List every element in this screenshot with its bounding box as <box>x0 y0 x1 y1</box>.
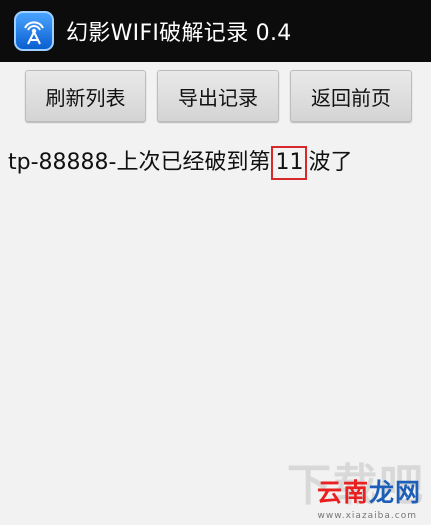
title-bar: 幻影WIFI破解记录 0.4 <box>0 0 431 62</box>
toolbar: 刷新列表 导出记录 返回前页 <box>0 70 431 124</box>
back-button[interactable]: 返回前页 <box>290 70 412 122</box>
wifi-tower-icon <box>14 11 54 51</box>
record-suffix: 波了 <box>308 150 353 175</box>
site-watermark: 下载吧 云南龙网 www.xiazaiba.com <box>275 449 425 521</box>
export-records-button[interactable]: 导出记录 <box>157 70 279 122</box>
watermark-logo: 云南龙网 <box>316 478 421 507</box>
wave-number-highlight: 11 <box>271 146 308 180</box>
record-prefix: tp-88888-上次已经破到第 <box>8 150 271 175</box>
refresh-list-button[interactable]: 刷新列表 <box>25 70 146 122</box>
app-title: 幻影WIFI破解记录 0.4 <box>66 21 292 46</box>
list-item[interactable]: tp-88888-上次已经破到第 11 波了 <box>8 146 352 180</box>
watermark-url: www.xiazaiba.com <box>317 511 417 521</box>
